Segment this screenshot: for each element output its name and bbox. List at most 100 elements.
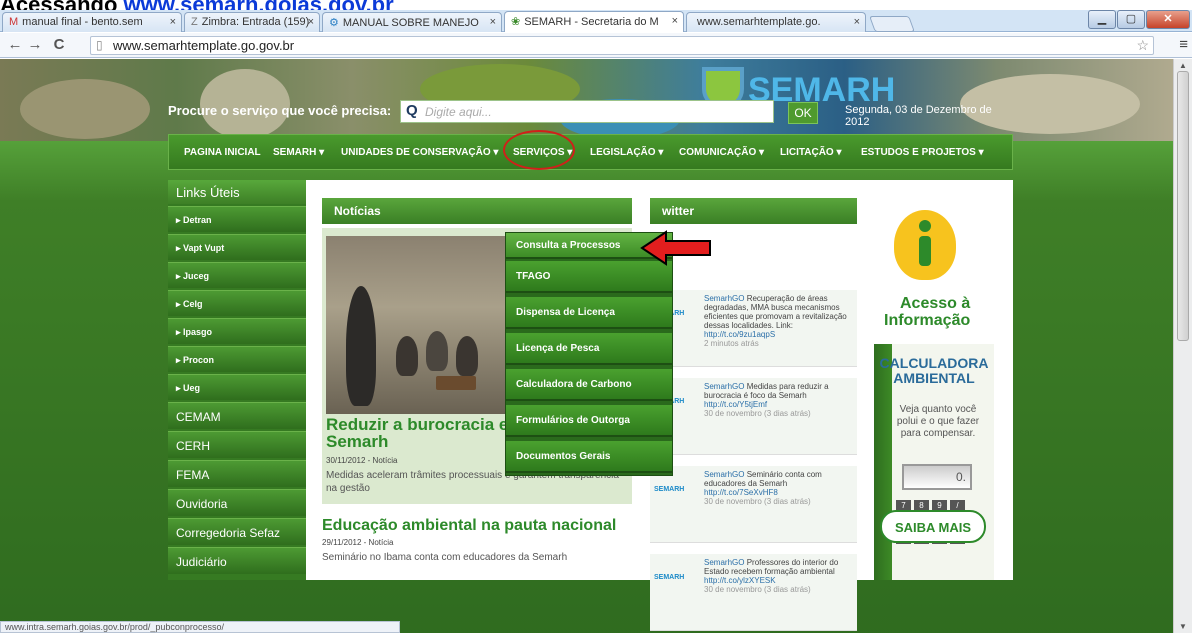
reload-icon[interactable]: C — [50, 36, 68, 53]
browser-menu-icon[interactable]: ≡ — [1179, 36, 1188, 53]
info-glyph — [917, 220, 933, 268]
sidebar-judiciario[interactable]: Judiciário — [168, 547, 308, 574]
close-window-button[interactable]: ✕ — [1146, 10, 1190, 29]
calc-title1: CALCULADORA — [879, 355, 989, 371]
news-photo[interactable] — [326, 236, 506, 414]
nav-estudos[interactable]: ESTUDOS E PROJETOS ▾ — [861, 147, 984, 158]
news2-title[interactable]: Educação ambiental na pauta nacional — [322, 517, 616, 535]
search-label: Procure o serviço que você precisa: — [168, 103, 392, 118]
tweet-handle[interactable]: SemarhGO — [704, 294, 744, 303]
tweet-item: SEMARH SemarhGO Seminário conta com educ… — [650, 466, 857, 543]
nav-pagina-inicial[interactable]: PAGINA INICIAL — [184, 147, 261, 158]
sidebar-fema[interactable]: FEMA — [168, 460, 308, 487]
calculadora-ambiental-banner[interactable]: CALCULADORA AMBIENTAL Veja quanto você po… — [874, 344, 994, 580]
servicos-dropdown-menu: Consulta a Processos TFAGO Dispensa de L… — [505, 232, 673, 476]
tweet-text: SemarhGO Professores do interior do Esta… — [704, 558, 854, 594]
menu-item-formularios-outorga[interactable]: Formulários de Outorga — [506, 405, 672, 437]
sidebar-link-juceg[interactable]: ▸ Juceg — [168, 262, 308, 288]
status-bar: www.intra.semarh.goias.gov.br/prod/_pubc… — [0, 621, 400, 633]
site-icon: ⚙ — [329, 17, 339, 29]
maximize-button[interactable]: ▢ — [1117, 10, 1145, 29]
menu-item-calculadora-carbono[interactable]: Calculadora de Carbono — [506, 369, 672, 401]
calc-description: Veja quanto você polui e o que fazer par… — [896, 404, 980, 439]
saiba-mais-button[interactable]: SAIBA MAIS — [880, 510, 986, 543]
sidebar-corregedoria[interactable]: Corregedoria Sefaz — [168, 518, 308, 545]
twitter-header: witter — [650, 198, 857, 224]
tab-manual-final[interactable]: Mmanual final - bento.sem × — [2, 12, 182, 32]
nav-comunicacao[interactable]: COMUNICAÇÃO ▾ — [679, 147, 764, 158]
close-tab-icon[interactable]: × — [672, 15, 678, 27]
close-tab-icon[interactable]: × — [170, 16, 176, 28]
scroll-down-icon[interactable]: ▼ — [1179, 622, 1187, 631]
tab-label: www.semarhtemplate.go. — [697, 16, 821, 28]
page-scrollbar[interactable]: ▲ ▼ — [1173, 59, 1192, 633]
news2-date: 29/11/2012 - Notícia — [322, 538, 394, 547]
gmail-icon: M — [9, 16, 19, 28]
search-input[interactable]: Q Digite aqui... — [400, 100, 774, 123]
bookmark-star-icon[interactable]: ☆ — [1136, 37, 1149, 54]
menu-item-dispensa-licenca[interactable]: Dispensa de Licença — [506, 297, 672, 329]
semarh-twitter-logo: SEMARH — [654, 574, 685, 581]
tweet-link[interactable]: http://t.co/7SeXvHF8 — [704, 488, 778, 497]
screenshot-root: Acessando www.semarh.goias.gov.br Mmanua… — [0, 0, 1192, 633]
tab-label: MANUAL SOBRE MANEJO — [342, 17, 479, 29]
sidebar-cerh[interactable]: CERH — [168, 431, 308, 458]
nav-semarh[interactable]: SEMARH ▾ — [273, 147, 324, 158]
news-date: 30/11/2012 - Notícia — [326, 456, 398, 465]
sidebar-link-celg[interactable]: ▸ Celg — [168, 290, 308, 316]
tweet-handle[interactable]: SemarhGO — [704, 470, 744, 479]
sidebar-ouvidoria[interactable]: Ouvidoria — [168, 489, 308, 516]
sidebar-cemam[interactable]: CEMAM — [168, 402, 308, 429]
red-arrow-icon — [640, 230, 711, 266]
tweet-link[interactable]: http://t.co/ylzXYESK — [704, 576, 776, 585]
forward-icon[interactable]: → — [26, 36, 44, 53]
tab-label: manual final - bento.sem — [22, 16, 143, 28]
caption-link[interactable]: www.semarh.goias.gov.br — [124, 0, 394, 10]
acesso-line1: Acesso à — [900, 295, 971, 312]
acesso-line2: Informação — [884, 312, 971, 329]
minimize-button[interactable]: ▁ — [1088, 10, 1116, 29]
tab-semarh[interactable]: ❀ SEMARH - Secretaria do M × — [504, 11, 684, 32]
tweet-time: 30 de novembro (3 dias atrás) — [704, 409, 811, 418]
sidebar-link-ueg[interactable]: ▸ Ueg — [168, 374, 308, 400]
tweet-text: SemarhGO Medidas para reduzir a burocrac… — [704, 382, 854, 418]
sidebar-link-vapt-vupt[interactable]: ▸ Vapt Vupt — [168, 234, 308, 260]
sidebar: Links Úteis ▸ Detran ▸ Vapt Vupt ▸ Juceg… — [168, 180, 308, 580]
scroll-up-icon[interactable]: ▲ — [1179, 61, 1187, 70]
tab-manual-manejo[interactable]: ⚙ MANUAL SOBRE MANEJO × — [322, 12, 502, 32]
tweet-link[interactable]: http://t.co/9zu1aqpS — [704, 330, 775, 339]
tweet-time: 30 de novembro (3 dias atrás) — [704, 585, 811, 594]
tweet-text: SemarhGO Recuperação de áreas degradadas… — [704, 294, 854, 348]
news2-description: Seminário no Ibama conta com educadores … — [322, 552, 568, 563]
close-tab-icon[interactable]: × — [490, 16, 496, 28]
tweet-item: SEMARH SemarhGO Medidas para reduzir a b… — [650, 378, 857, 455]
close-tab-icon[interactable]: × — [308, 16, 314, 28]
semarh-favicon-icon: ❀ — [511, 16, 521, 28]
sidebar-link-procon[interactable]: ▸ Procon — [168, 346, 308, 372]
nav-licitacao[interactable]: LICITAÇÃO ▾ — [780, 147, 842, 158]
search-ok-button[interactable]: OK — [788, 102, 818, 124]
menu-item-licenca-pesca[interactable]: Licença de Pesca — [506, 333, 672, 365]
sidebar-title: Links Úteis — [168, 180, 308, 204]
browser-toolbar: ← → C ▯ www.semarhtemplate.go.gov.br ☆ ≡ — [0, 33, 1192, 58]
back-icon[interactable]: ← — [6, 36, 24, 53]
tweet-handle[interactable]: SemarhGO — [704, 558, 744, 567]
new-tab-button[interactable] — [869, 16, 915, 32]
sidebar-link-ipasgo[interactable]: ▸ Ipasgo — [168, 318, 308, 344]
news-header: Notícias — [322, 198, 632, 224]
calc-title: CALCULADORA AMBIENTAL — [874, 356, 994, 386]
semarh-twitter-logo: SEMARH — [654, 486, 685, 493]
menu-item-documentos-gerais[interactable]: Documentos Gerais — [506, 441, 672, 473]
close-tab-icon[interactable]: × — [854, 16, 860, 28]
tab-semarhtemplate[interactable]: www.semarhtemplate.go. × — [686, 12, 866, 32]
tab-zimbra[interactable]: Z Zimbra: Entrada (159) × — [184, 12, 320, 32]
nav-unidades[interactable]: UNIDADES DE CONSERVAÇÃO ▾ — [341, 147, 498, 158]
tweet-link[interactable]: http://t.co/Y5tjEmf — [704, 400, 767, 409]
scroll-thumb[interactable] — [1177, 71, 1189, 341]
acesso-informacao-banner[interactable]: Acesso à Informação — [874, 208, 994, 333]
nav-legislacao[interactable]: LEGISLAÇÃO ▾ — [590, 147, 663, 158]
tweet-handle[interactable]: SemarhGO — [704, 382, 744, 391]
address-bar[interactable]: ▯ www.semarhtemplate.go.gov.br ☆ — [90, 36, 1154, 55]
search-placeholder: Digite aqui... — [425, 105, 492, 119]
sidebar-link-detran[interactable]: ▸ Detran — [168, 206, 308, 232]
